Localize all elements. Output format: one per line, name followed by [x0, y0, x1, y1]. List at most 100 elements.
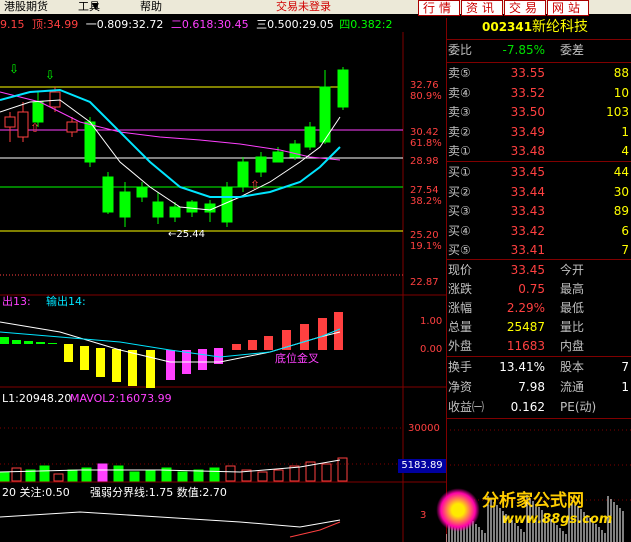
- volume-bar: [193, 469, 204, 482]
- webi-value: -7.85%: [502, 43, 545, 57]
- candle: [319, 70, 331, 144]
- price-label-5: 22.87: [410, 277, 439, 288]
- fund-row-label: 换手: [448, 360, 473, 374]
- sell-row-price: 33.50: [510, 105, 545, 119]
- fib-item-3: 二0.618:30.45: [170, 18, 249, 31]
- menu-help[interactable]: 帮助: [140, 0, 162, 14]
- stat-row: 涨幅 2.29% 最低: [446, 299, 631, 318]
- sell-row-price: 33.52: [510, 85, 545, 100]
- indicator1-bar: [248, 340, 257, 350]
- stat-row-label: 现价: [448, 263, 473, 277]
- divider: [446, 62, 631, 63]
- candle: [255, 152, 267, 177]
- indicator1-annotation: 底位金叉: [275, 351, 319, 365]
- price-label-1: 30.42: [410, 127, 439, 138]
- webi-label: 委比: [448, 43, 473, 57]
- fund-row-label2: 股本: [560, 360, 585, 374]
- stat-row: 涨跌 0.75 最高: [446, 280, 631, 299]
- indicator1-bar: [318, 318, 327, 350]
- price-label-4: 25.20: [410, 230, 439, 241]
- site-button[interactable]: 网站: [547, 0, 589, 16]
- indicator1-bar: [232, 344, 241, 350]
- fib-item-0: 9.15: [0, 18, 25, 31]
- fund-row-label: 净资: [448, 380, 473, 394]
- fib-item-5: 四0.382:2: [339, 18, 393, 31]
- indicator1-bar: [64, 344, 73, 362]
- pct-label-4: 19.1%: [410, 241, 442, 252]
- stat-row: 外盘 11683 内盘: [446, 337, 631, 356]
- volume-bar: [257, 471, 268, 482]
- fund-row: 净资 7.98 1 流通: [446, 378, 631, 397]
- fund-row: 换手 13.41% 7 股本: [446, 358, 631, 377]
- flower-logo-icon: [436, 488, 480, 532]
- indicator1-bar: [166, 350, 175, 380]
- chart-canvas[interactable]: 32.76 80.9% 30.42 61.8% 28.98 27.54 38.2…: [0, 32, 446, 542]
- webi-row: 委比 -7.85% 委差: [446, 41, 631, 60]
- volume-bar: [11, 467, 22, 482]
- divider: [446, 161, 631, 162]
- volume-label-0: 30000: [408, 423, 440, 434]
- stat-row-price: 0.75: [518, 282, 545, 296]
- candle: [169, 202, 181, 222]
- buy-row: 买④ 33.42 6: [446, 222, 631, 241]
- candle: [119, 182, 131, 227]
- indicator1-bar: [198, 349, 207, 370]
- buy-row-volume: 44: [613, 165, 629, 179]
- candle: [136, 182, 148, 202]
- sell-row-price: 33.49: [510, 124, 545, 139]
- trade-button[interactable]: 交易: [504, 0, 546, 16]
- indicator2-line: [0, 511, 341, 528]
- menu-hk-futures[interactable]: 港股期货: [4, 0, 48, 14]
- buy-row-volume: 7: [621, 243, 629, 257]
- divider: [446, 259, 631, 260]
- indicator2-label: 3: [420, 510, 426, 521]
- volume-bar: [67, 469, 78, 482]
- fund-row-label: 收益㈠: [448, 400, 485, 414]
- fund-row-price: 13.41%: [499, 360, 545, 374]
- signal-arrow-icon: ⇧: [30, 121, 40, 135]
- buy-row-label: 买①: [448, 165, 471, 179]
- price-axis: 32.76 80.9% 30.42 61.8% 28.98 27.54 38.2…: [410, 80, 442, 288]
- fund-row-label2: PE(动): [560, 400, 597, 414]
- indicator1-pane: 出13: 输出14: 1.00 0.00 底位金叉: [0, 294, 442, 388]
- sell-row-volume: 88: [613, 66, 629, 80]
- volume-bar: [129, 471, 140, 482]
- chevron-down-icon: ▼: [92, 2, 99, 12]
- quote-panel: 002341 新纶科技 委比 -7.85% 委差 卖⑤ 33.55 88 卖④ 33.5…: [398, 18, 631, 542]
- sell-row: 卖② 33.49 1: [446, 123, 631, 142]
- quote-button[interactable]: 行情: [418, 0, 460, 16]
- buy-row: 买⑤ 33.41 7: [446, 241, 631, 260]
- candle: [4, 112, 16, 142]
- stat-row-price: 25487: [506, 320, 545, 334]
- buy-row: 买① 33.45 44: [446, 163, 631, 182]
- sell-row-label: 卖①: [448, 144, 471, 158]
- buy-row-volume: 30: [613, 184, 629, 199]
- signal-arrow-icon: ⇧: [250, 178, 260, 192]
- indicator1-bar: [12, 340, 21, 344]
- sell-row-volume: 10: [613, 85, 629, 100]
- candle: [304, 122, 316, 150]
- indicator1-label-1: 1.00: [420, 316, 442, 327]
- news-button[interactable]: 资讯: [461, 0, 503, 16]
- stat-row-label2: 今开: [560, 263, 585, 277]
- buy-row: 买③ 33.43 89: [446, 202, 631, 221]
- buy-row-price: 33.45: [510, 165, 545, 179]
- stock-header: 002341 新纶科技: [446, 18, 631, 37]
- fund-row-label2: 流通: [560, 380, 585, 394]
- buy-row-label: 买③: [448, 204, 471, 218]
- buy-row-price: 33.42: [510, 223, 545, 238]
- login-status[interactable]: 交易未登录: [276, 0, 331, 14]
- candle: [102, 172, 114, 214]
- fib-item-2: 一0.809:32.72: [85, 18, 164, 31]
- volume-bars: [0, 457, 348, 482]
- signal-arrow-icon: ⇩: [9, 62, 19, 76]
- sell-row-volume: 1: [621, 124, 629, 139]
- indicator1-bar: [24, 341, 33, 344]
- volume-bar: [113, 465, 124, 482]
- indicator1-bar: [96, 348, 105, 377]
- indicator1-title-a: 出13:: [2, 294, 31, 308]
- divider: [446, 418, 631, 419]
- sell-row: 卖④ 33.52 10: [446, 84, 631, 103]
- pct-label-1: 61.8%: [410, 138, 442, 149]
- stat-row-label2: 最高: [560, 282, 585, 296]
